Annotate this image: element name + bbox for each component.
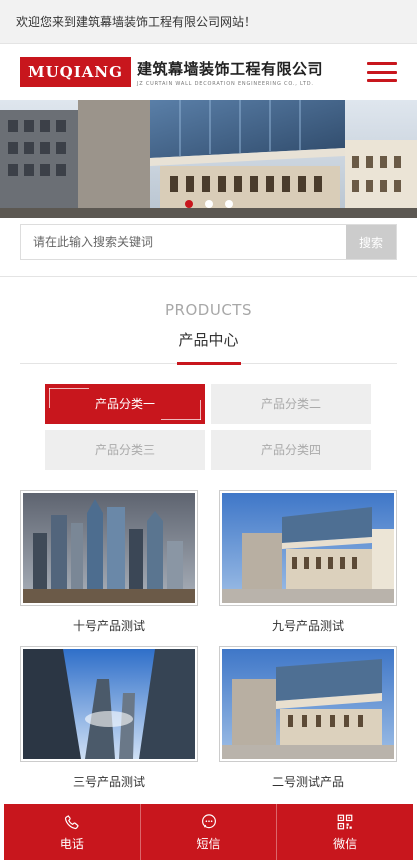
section-underline: [20, 362, 397, 365]
category-tab-1[interactable]: 产品分类一: [45, 384, 205, 424]
welcome-bar: 欢迎您来到建筑幕墙装饰工程有限公司网站！: [0, 0, 417, 44]
hamburger-menu-icon[interactable]: [367, 62, 397, 82]
logo-company-name-en: JZ CURTAIN WALL DECORATION ENGINEERING C…: [136, 80, 314, 87]
phone-icon: [64, 814, 79, 829]
site-header: MUQIANG 建筑幕墙装饰工程有限公司 JZ CURTAIN WALL DEC…: [0, 44, 417, 100]
product-image[interactable]: [20, 646, 198, 762]
section-title-en: PRODUCTS: [165, 301, 252, 319]
product-card[interactable]: 三号产品测试: [20, 646, 198, 802]
phone-button[interactable]: 电话: [4, 804, 141, 860]
search-bar: 搜索: [20, 224, 397, 260]
product-title[interactable]: 二号测试产品: [219, 762, 397, 802]
phone-label: 电话: [59, 836, 84, 851]
product-title[interactable]: 十号产品测试: [20, 606, 198, 646]
category-tab-4[interactable]: 产品分类四: [211, 430, 371, 470]
product-card[interactable]: 二号测试产品: [219, 646, 397, 802]
category-tabs: 产品分类一 产品分类二 产品分类三 产品分类四: [45, 384, 372, 470]
banner-dot-2[interactable]: [204, 200, 213, 208]
wechat-button[interactable]: 微信: [277, 804, 413, 860]
message-label: 短信: [196, 836, 221, 851]
product-card[interactable]: 九号产品测试: [219, 490, 397, 646]
product-title[interactable]: 九号产品测试: [219, 606, 397, 646]
logo[interactable]: MUQIANG 建筑幕墙装饰工程有限公司 JZ CURTAIN WALL DEC…: [20, 57, 323, 87]
logo-mark: MUQIANG: [20, 57, 131, 87]
banner-dots: [0, 200, 417, 208]
welcome-text: 欢迎您来到建筑幕墙装饰工程有限公司网站！: [16, 15, 257, 29]
products-section-header: PRODUCTS 产品中心: [0, 301, 417, 350]
product-card[interactable]: 十号产品测试: [20, 490, 198, 646]
message-icon: [201, 813, 216, 828]
category-tab-3[interactable]: 产品分类三: [45, 430, 205, 470]
category-tab-2[interactable]: 产品分类二: [211, 384, 371, 424]
banner-dot-1[interactable]: [184, 200, 193, 208]
banner-dot-3[interactable]: [224, 200, 233, 208]
qr-code-icon: [337, 814, 353, 829]
logo-company-name: 建筑幕墙装饰工程有限公司: [136, 59, 323, 78]
product-grid: 十号产品测试 九号产品测试 三号产品测试 二号测试产品: [20, 490, 397, 802]
product-image[interactable]: [20, 490, 198, 606]
bottom-action-bar: 电话 短信 微信: [4, 804, 413, 860]
divider: [0, 276, 417, 277]
search-button[interactable]: 搜索: [346, 225, 396, 259]
product-image[interactable]: [219, 646, 397, 762]
message-button[interactable]: 短信: [141, 804, 278, 860]
wechat-label: 微信: [333, 836, 358, 851]
product-image[interactable]: [219, 490, 397, 606]
product-title[interactable]: 三号产品测试: [20, 762, 198, 802]
banner-slider[interactable]: [0, 100, 417, 218]
section-title: 产品中心: [178, 331, 239, 349]
search-input[interactable]: [21, 225, 346, 259]
